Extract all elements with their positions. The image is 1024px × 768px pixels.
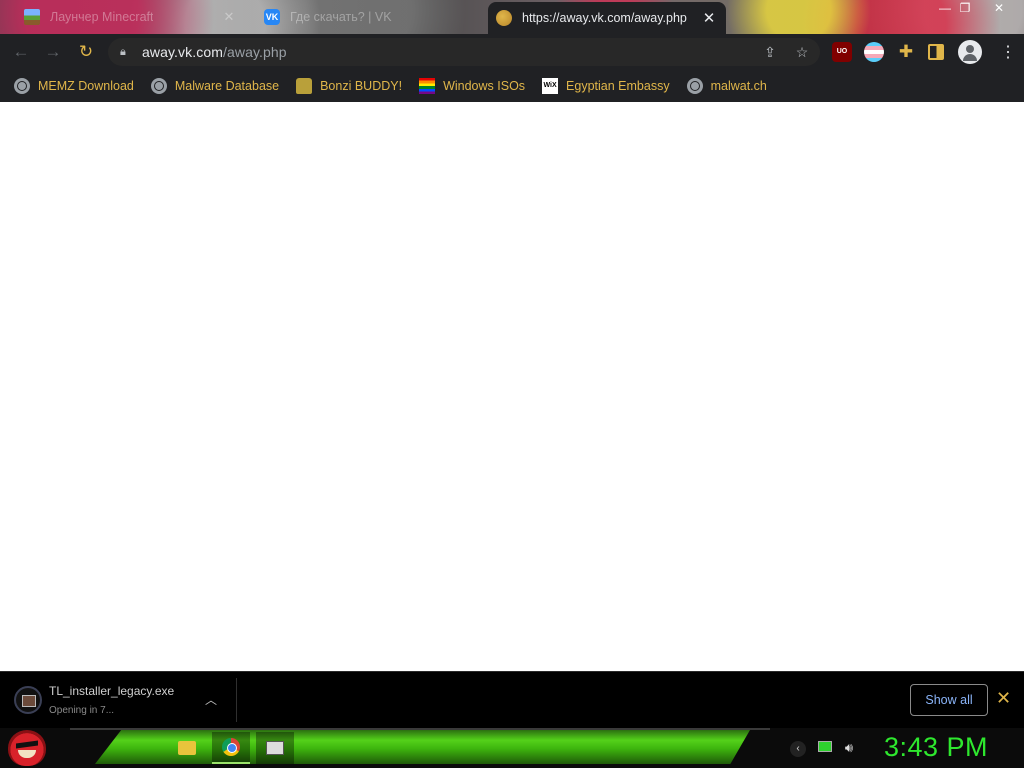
ublock-origin-icon[interactable]: UO bbox=[832, 42, 852, 62]
bookmark-egyptian-embassy[interactable]: WiX Egyptian Embassy bbox=[542, 78, 670, 94]
page-content[interactable] bbox=[0, 102, 1024, 671]
tab-title: https://away.vk.com/away.php bbox=[522, 11, 687, 25]
bonzi-icon bbox=[296, 78, 313, 94]
chevron-up-icon[interactable]: ︿ bbox=[205, 691, 217, 708]
download-status: Opening in 7... bbox=[49, 705, 115, 716]
globe-icon bbox=[686, 78, 703, 94]
bookmark-memz-download[interactable]: MEMZ Download bbox=[14, 78, 134, 94]
bookmark-label: MEMZ Download bbox=[38, 79, 134, 93]
minimize-icon[interactable]: — bbox=[934, 0, 956, 18]
globe-icon bbox=[496, 10, 512, 26]
flag-extension-icon[interactable] bbox=[864, 42, 884, 62]
minecraft-icon bbox=[24, 9, 40, 25]
chrome-icon bbox=[222, 738, 240, 756]
reload-icon[interactable]: ↻ bbox=[75, 41, 97, 63]
bookmark-label: Windows ISOs bbox=[443, 79, 526, 93]
show-all-button[interactable]: Show all bbox=[910, 684, 988, 716]
wix-icon: WiX bbox=[542, 78, 559, 94]
close-window-icon[interactable]: ✕ bbox=[988, 0, 1010, 18]
clock[interactable]: 3:43 PM bbox=[884, 732, 988, 763]
bookmark-malware-database[interactable]: Malware Database bbox=[150, 78, 280, 94]
bookmark-malwatch[interactable]: malwat.ch bbox=[686, 78, 767, 94]
url-path: /away.php bbox=[222, 44, 287, 60]
close-icon[interactable]: ✕ bbox=[996, 688, 1011, 709]
taskbar-chrome[interactable] bbox=[212, 732, 250, 764]
bookmark-star-icon[interactable]: ☆ bbox=[792, 42, 812, 62]
address-bar[interactable]: 🔒︎ away.vk.com/away.php ⇪ ☆ bbox=[108, 38, 820, 66]
profile-avatar-icon[interactable] bbox=[958, 40, 982, 64]
tab-title: Где скачать? | VK bbox=[290, 10, 392, 24]
download-shelf: TL_installer_legacy.exe Opening in 7... … bbox=[0, 671, 1024, 728]
download-file-icon[interactable] bbox=[14, 686, 42, 714]
menu-kebab-icon[interactable]: ⋮ bbox=[1000, 42, 1016, 62]
window-icon bbox=[266, 741, 284, 755]
taskbar-app-window[interactable] bbox=[256, 732, 294, 764]
maximize-icon[interactable]: ❐ bbox=[954, 0, 976, 18]
divider bbox=[236, 678, 237, 722]
bookmark-windows-isos[interactable]: Windows ISOs bbox=[419, 78, 525, 94]
start-button-angry-bird-icon[interactable] bbox=[8, 730, 46, 766]
lock-icon[interactable]: 🔒︎ bbox=[120, 46, 132, 59]
tray-overflow-icon[interactable]: ‹ bbox=[790, 741, 806, 757]
bookmark-label: Bonzi BUDDY! bbox=[320, 79, 403, 93]
globe-icon bbox=[150, 78, 167, 94]
bookmark-label: Malware Database bbox=[174, 79, 280, 93]
bookmark-bonzi-buddy[interactable]: Bonzi BUDDY! bbox=[296, 78, 402, 94]
taskbar: ‹ 🔊︎ 3:43 PM bbox=[0, 728, 1024, 768]
tab-title: Лаунчер Minecraft bbox=[50, 10, 154, 24]
globe-icon bbox=[14, 78, 30, 94]
bookmarks-bar: MEMZ Download Malware Database Bonzi BUD… bbox=[0, 70, 1024, 102]
close-icon[interactable]: ✕ bbox=[702, 9, 716, 27]
folder-icon bbox=[178, 741, 196, 755]
tab-strip: Лаунчер Minecraft ✕ VK Где скачать? | VK… bbox=[0, 0, 1024, 34]
side-panel-icon[interactable] bbox=[928, 44, 944, 60]
toolbar: ← → ↻ 🔒︎ away.vk.com/away.php ⇪ ☆ UO ✚ ⋮ bbox=[0, 34, 1024, 70]
download-filename[interactable]: TL_installer_legacy.exe bbox=[49, 684, 174, 698]
url-host: away.vk.com bbox=[142, 44, 223, 60]
tab-vk[interactable]: VK Где скачать? | VK bbox=[256, 0, 486, 34]
back-arrow-icon[interactable]: ← bbox=[10, 41, 32, 63]
bookmark-label: Egyptian Embassy bbox=[566, 79, 670, 93]
bookmark-label: malwat.ch bbox=[710, 79, 767, 93]
tab-minecraft-launcher[interactable]: Лаунчер Minecraft ✕ bbox=[16, 0, 246, 34]
tab-away-vk[interactable]: https://away.vk.com/away.php ✕ bbox=[488, 2, 726, 34]
taskbar-file-explorer[interactable] bbox=[168, 732, 206, 764]
vk-icon: VK bbox=[264, 9, 280, 25]
share-icon[interactable]: ⇪ bbox=[760, 42, 780, 62]
rainbow-flag-icon bbox=[419, 78, 436, 94]
network-icon[interactable] bbox=[816, 740, 834, 755]
volume-icon[interactable]: 🔊︎ bbox=[840, 740, 858, 756]
forward-arrow-icon[interactable]: → bbox=[42, 41, 64, 63]
url-text[interactable]: away.vk.com/away.php bbox=[142, 44, 287, 60]
close-icon[interactable]: ✕ bbox=[222, 9, 236, 25]
extensions-puzzle-icon[interactable]: ✚ bbox=[896, 42, 916, 62]
